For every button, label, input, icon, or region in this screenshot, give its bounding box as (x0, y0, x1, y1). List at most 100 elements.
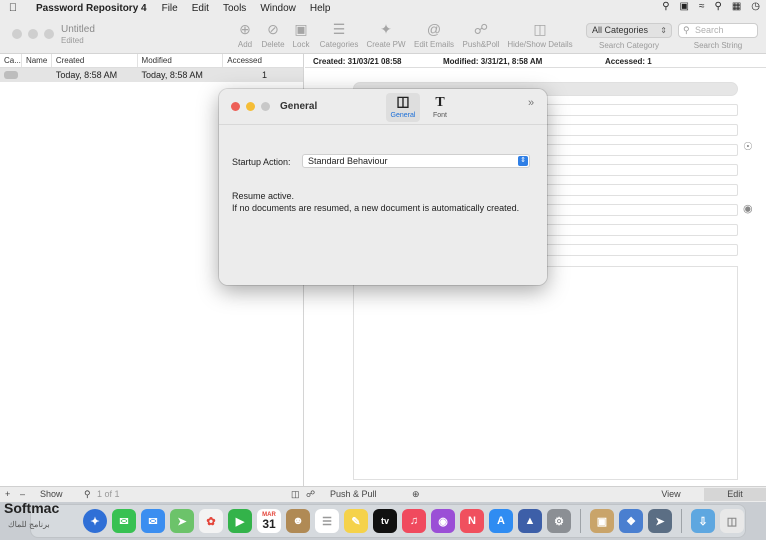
maps-icon[interactable]: ➤ (170, 509, 194, 533)
menu-tools[interactable]: Tools (216, 3, 253, 14)
column-header-name[interactable]: Name (22, 54, 52, 67)
more-tabs-chevron-icon[interactable]: » (528, 97, 534, 109)
calendar-day: 31 (262, 517, 276, 531)
categories-icon: ☰ (332, 21, 346, 37)
dialog-zoom-button[interactable] (261, 102, 270, 111)
category-badge-icon (4, 71, 18, 79)
options-icon[interactable]: ⊕ (412, 489, 420, 500)
dialog-minimize-button[interactable] (246, 102, 255, 111)
bottom-bar: + – Show ⚲ 1 of 1 ◫ ☍ Push & Pull ⊕ View… (0, 486, 766, 502)
startup-action-select[interactable]: Standard Behaviour ⇕ (302, 154, 530, 168)
menu-bar:  Password Repository 4 File Edit Tools … (0, 0, 766, 16)
column-header-accessed[interactable]: Accessed (223, 54, 303, 67)
column-header-created[interactable]: Created (52, 54, 138, 67)
notes-field[interactable] (353, 266, 738, 480)
dock: ✦ ✉ ✉ ➤ ✿ ▶ MAR 31 ☻ ☰ ✎ tv ♫ ◉ N A ▲ ⚙ … (30, 504, 746, 538)
column-header-modified[interactable]: Modified (138, 54, 224, 67)
key-status-icon[interactable]: ⚲ (662, 1, 669, 12)
facetime-icon[interactable]: ▶ (228, 509, 252, 533)
calendar-icon[interactable]: MAR 31 (257, 509, 281, 533)
menu-edit[interactable]: Edit (185, 3, 216, 14)
search-placeholder: Search (695, 25, 724, 35)
reminders-icon[interactable]: ☰ (315, 509, 339, 533)
remove-entry-button[interactable]: – (20, 489, 25, 499)
migration-assistant-icon[interactable]: ➤ (648, 509, 672, 533)
delete-button[interactable]: ⊘ Delete (260, 20, 286, 49)
apple-menu-icon[interactable]:  (0, 2, 26, 14)
wand-icon: ✦ (380, 21, 392, 37)
category-select[interactable]: All Categories ⇕ (586, 23, 672, 38)
chevron-updown-icon: ⇕ (660, 26, 667, 35)
view-button[interactable]: View (640, 488, 702, 501)
minimize-button[interactable] (28, 29, 38, 39)
search-input-label: Search String (693, 41, 743, 50)
table-row[interactable]: Today, 8:58 AM Today, 8:58 AM 1 (0, 68, 303, 82)
accessed-info: Accessed: 1 (605, 57, 652, 66)
clock-icon[interactable]: ◷ (751, 1, 760, 12)
resume-info-text: If no documents are resumed, a new docum… (232, 203, 520, 213)
photos-icon[interactable]: ✿ (199, 509, 223, 533)
hide-show-details-button[interactable]: ◫ Hide/Show Details (506, 20, 574, 49)
xcode-instruments-icon[interactable]: ▲ (518, 509, 542, 533)
mail-icon[interactable]: ✉ (141, 509, 165, 533)
menu-help[interactable]: Help (303, 3, 338, 14)
menu-window[interactable]: Window (253, 3, 303, 14)
show-filter-button[interactable]: Show (40, 489, 63, 499)
add-button[interactable]: ⊕ Add (234, 20, 256, 49)
notes-icon[interactable]: ✎ (344, 509, 368, 533)
push-pull-button[interactable]: Push & Pull (330, 489, 377, 499)
apple-tv-icon[interactable]: tv (373, 509, 397, 533)
eye-icon[interactable]: ◉ (743, 202, 753, 215)
details-header: Created: 31/03/21 08:58 Modified: 3/31/2… (305, 54, 766, 68)
push-poll-label: Push&Poll (462, 40, 500, 49)
password-repository-icon[interactable]: ❖ (619, 509, 643, 533)
tv-label: tv (380, 516, 389, 526)
toolbar: Untitled Edited ⊕ Add ⊘ Delete ▣ Lock ☰ … (0, 16, 766, 54)
link-small-icon[interactable]: ☍ (306, 489, 315, 500)
globe-icon[interactable]: ☉ (743, 140, 753, 153)
messages-icon[interactable]: ✉ (112, 509, 136, 533)
document-title: Untitled (61, 24, 95, 35)
search-icon: ⚲ (683, 25, 690, 35)
column-header-category[interactable]: Ca... (0, 54, 22, 67)
push-poll-button[interactable]: ☍ Push&Poll (462, 20, 500, 49)
music-icon[interactable]: ♫ (402, 509, 426, 533)
contacts-icon[interactable]: ☻ (286, 509, 310, 533)
edit-emails-button[interactable]: @ Edit Emails (414, 20, 454, 49)
app-store-icon[interactable]: A (489, 509, 513, 533)
drive-status-icon[interactable]: ▣ (680, 1, 689, 12)
dock-separator (580, 509, 581, 533)
close-button[interactable] (12, 29, 22, 39)
search-input[interactable]: ⚲ Search (678, 23, 758, 38)
lock-button[interactable]: ▣ Lock (290, 20, 312, 49)
edit-button[interactable]: Edit (704, 488, 766, 501)
categories-button[interactable]: ☰ Categories (318, 20, 360, 49)
tab-general[interactable]: ◫ General (386, 93, 420, 122)
row-accessed: 1 (261, 70, 267, 80)
system-preferences-icon[interactable]: ⚙ (547, 509, 571, 533)
search-small-icon: ⚲ (84, 489, 91, 499)
archive-utility-icon[interactable]: ▣ (590, 509, 614, 533)
hide-show-label: Hide/Show Details (507, 40, 573, 49)
news-icon[interactable]: N (460, 509, 484, 533)
downloads-folder-icon[interactable]: ⇩ (691, 509, 715, 533)
create-pw-button[interactable]: ✦ Create PW (366, 20, 406, 49)
zoom-button[interactable] (44, 29, 54, 39)
tab-font[interactable]: T Font (423, 93, 457, 122)
dock-separator-2 (681, 509, 682, 533)
document-status: Edited (61, 36, 84, 45)
control-center-icon[interactable]: ▦ (732, 1, 741, 12)
created-info: Created: 31/03/21 08:58 (313, 57, 402, 66)
menu-file[interactable]: File (155, 3, 185, 14)
trash-icon[interactable]: ◫ (720, 509, 744, 533)
safari-icon[interactable]: ✦ (83, 509, 107, 533)
dialog-close-button[interactable] (231, 102, 240, 111)
menu-app-name[interactable]: Password Repository 4 (26, 3, 155, 14)
details-toggle-icon[interactable]: ◫ (291, 489, 300, 500)
add-entry-button[interactable]: + (5, 489, 10, 499)
spotlight-search-icon[interactable]: ⚲ (714, 1, 721, 12)
wifi-icon[interactable]: ≈ (699, 1, 705, 12)
categories-label: Categories (319, 40, 359, 49)
podcasts-icon[interactable]: ◉ (431, 509, 455, 533)
chevron-updown-icon: ⇕ (518, 156, 528, 166)
